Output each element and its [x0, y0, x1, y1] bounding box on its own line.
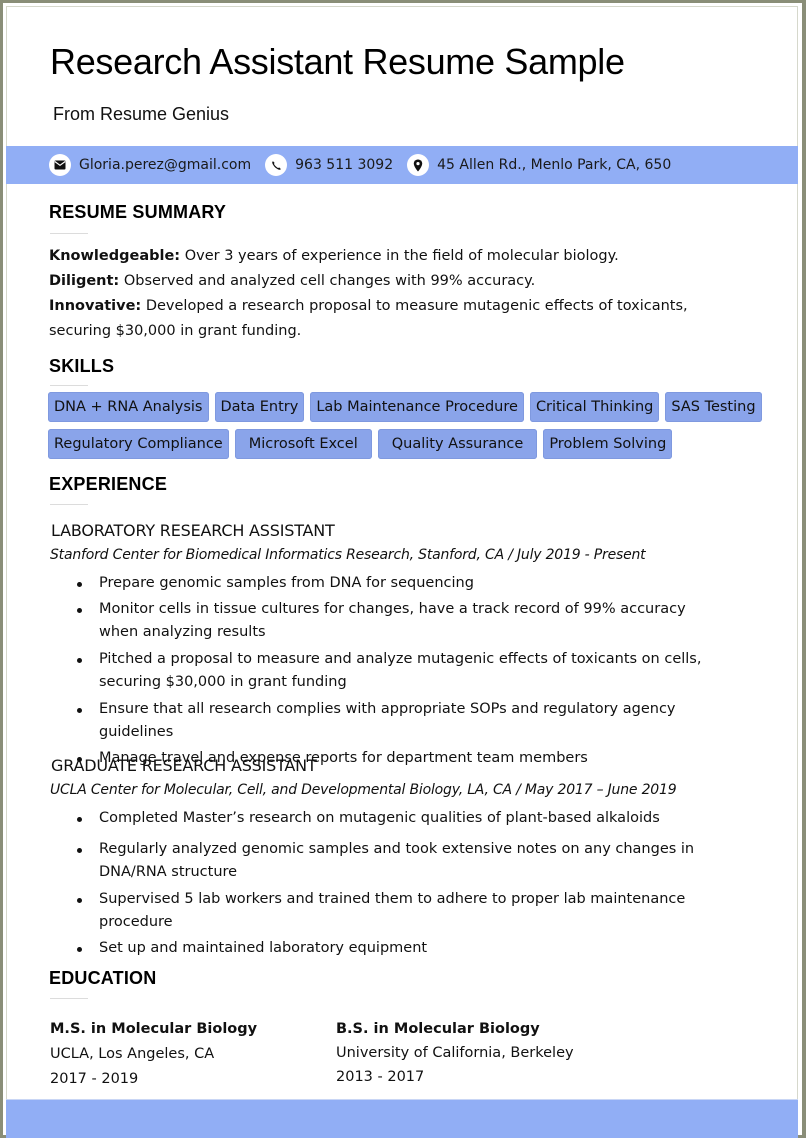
education-entry: M.S. in Molecular Biology UCLA, Los Ange… — [50, 1017, 257, 1092]
summary-item: Knowledgeable: Over 3 years of experienc… — [49, 244, 749, 269]
skills-row: DNA + RNA Analysis Data Entry Lab Mainte… — [48, 392, 768, 424]
education-years: 2017 - 2019 — [50, 1071, 139, 1087]
footer-band — [6, 1099, 798, 1138]
experience-heading: EXPERIENCE — [49, 474, 168, 494]
skill-chip: Regulatory Compliance — [48, 429, 229, 459]
skill-chip: Data Entry — [214, 392, 305, 422]
contact-address: 45 Allen Rd., Menlo Park, CA, 650 — [407, 154, 671, 176]
education-school: UCLA, Los Angeles, CA — [50, 1046, 215, 1062]
education-entry: B.S. in Molecular Biology University of … — [336, 1017, 574, 1089]
skill-chip: Quality Assurance — [377, 429, 538, 459]
job-subtitle: UCLA Center for Molecular, Cell, and Dev… — [50, 782, 677, 798]
skill-chip: SAS Testing — [665, 392, 762, 422]
envelope-icon — [49, 154, 71, 176]
resume-page: Research Assistant Resume Sample From Re… — [0, 0, 806, 1138]
contact-email[interactable]: Gloria.perez@gmail.com — [49, 154, 251, 176]
job-title: LABORATORY RESEARCH ASSISTANT — [51, 521, 335, 540]
education-degree: M.S. in Molecular Biology — [50, 1021, 258, 1037]
contact-phone-text[interactable]: 963 511 3092 — [295, 157, 393, 173]
summary-rule — [50, 233, 88, 234]
job-bullet: Completed Master’s research on mutagenic… — [73, 807, 733, 830]
summary-item-text: Observed and analyzed cell changes with … — [119, 273, 536, 289]
summary-item: Innovative: Developed a research proposa… — [49, 294, 729, 344]
job-title: GRADUATE RESEARCH ASSISTANT — [51, 756, 317, 775]
summary-item-label: Innovative: — [49, 298, 142, 314]
skill-chip: DNA + RNA Analysis — [48, 392, 209, 422]
education-school: University of California, Berkeley — [336, 1045, 574, 1061]
education-rule — [50, 998, 88, 999]
job-bullet: Monitor cells in tissue cultures for cha… — [73, 598, 719, 644]
map-pin-icon — [407, 154, 430, 176]
job-bullet: Supervised 5 lab workers and trained the… — [73, 888, 733, 934]
skills-list: DNA + RNA Analysis Data Entry Lab Mainte… — [48, 392, 768, 466]
skill-chip: Lab Maintenance Procedure — [310, 392, 524, 422]
page-subtitle: From Resume Genius — [53, 104, 230, 124]
skill-chip: Microsoft Excel — [234, 429, 372, 459]
contact-email-text[interactable]: Gloria.perez@gmail.com — [79, 157, 251, 173]
job-bullet: Regularly analyzed genomic samples and t… — [73, 838, 739, 884]
skill-chip: Problem Solving — [543, 429, 673, 459]
skill-chip: Critical Thinking — [529, 392, 660, 422]
summary-item-label: Diligent: — [49, 273, 120, 289]
summary-item-text: Developed a research proposal to measure… — [49, 298, 688, 339]
education-degree: B.S. in Molecular Biology — [336, 1021, 540, 1037]
skills-rule — [50, 385, 88, 386]
summary-item: Diligent: Observed and analyzed cell cha… — [49, 269, 749, 294]
contact-address-text: 45 Allen Rd., Menlo Park, CA, 650 — [437, 157, 672, 173]
summary-item-text: Over 3 years of experience in the field … — [180, 248, 619, 264]
education-heading: EDUCATION — [49, 968, 157, 988]
job-bullets: Prepare genomic samples from DNA for seq… — [73, 572, 733, 770]
summary-heading: RESUME SUMMARY — [49, 202, 227, 222]
phone-icon — [265, 154, 288, 176]
skills-heading: SKILLS — [49, 356, 115, 376]
summary-item-label: Knowledgeable: — [49, 248, 181, 264]
job-bullets: Completed Master’s research on mutagenic… — [73, 807, 733, 960]
skills-row: Regulatory Compliance Microsoft Excel Qu… — [48, 429, 768, 461]
summary-section: Knowledgeable: Over 3 years of experienc… — [49, 244, 749, 344]
experience-rule — [50, 504, 88, 505]
job-bullet: Prepare genomic samples from DNA for seq… — [73, 572, 733, 595]
job-subtitle: Stanford Center for Biomedical Informati… — [50, 547, 646, 563]
education-years: 2013 - 2017 — [336, 1069, 425, 1085]
job-bullet: Pitched a proposal to measure and analyz… — [73, 648, 733, 694]
contact-phone[interactable]: 963 511 3092 — [265, 154, 393, 176]
job-bullet: Ensure that all research complies with a… — [73, 698, 733, 744]
job-bullet: Set up and maintained laboratory equipme… — [73, 937, 733, 960]
page-title: Research Assistant Resume Sample — [50, 41, 625, 82]
contact-bar: Gloria.perez@gmail.com 963 511 3092 45 A… — [6, 146, 798, 184]
